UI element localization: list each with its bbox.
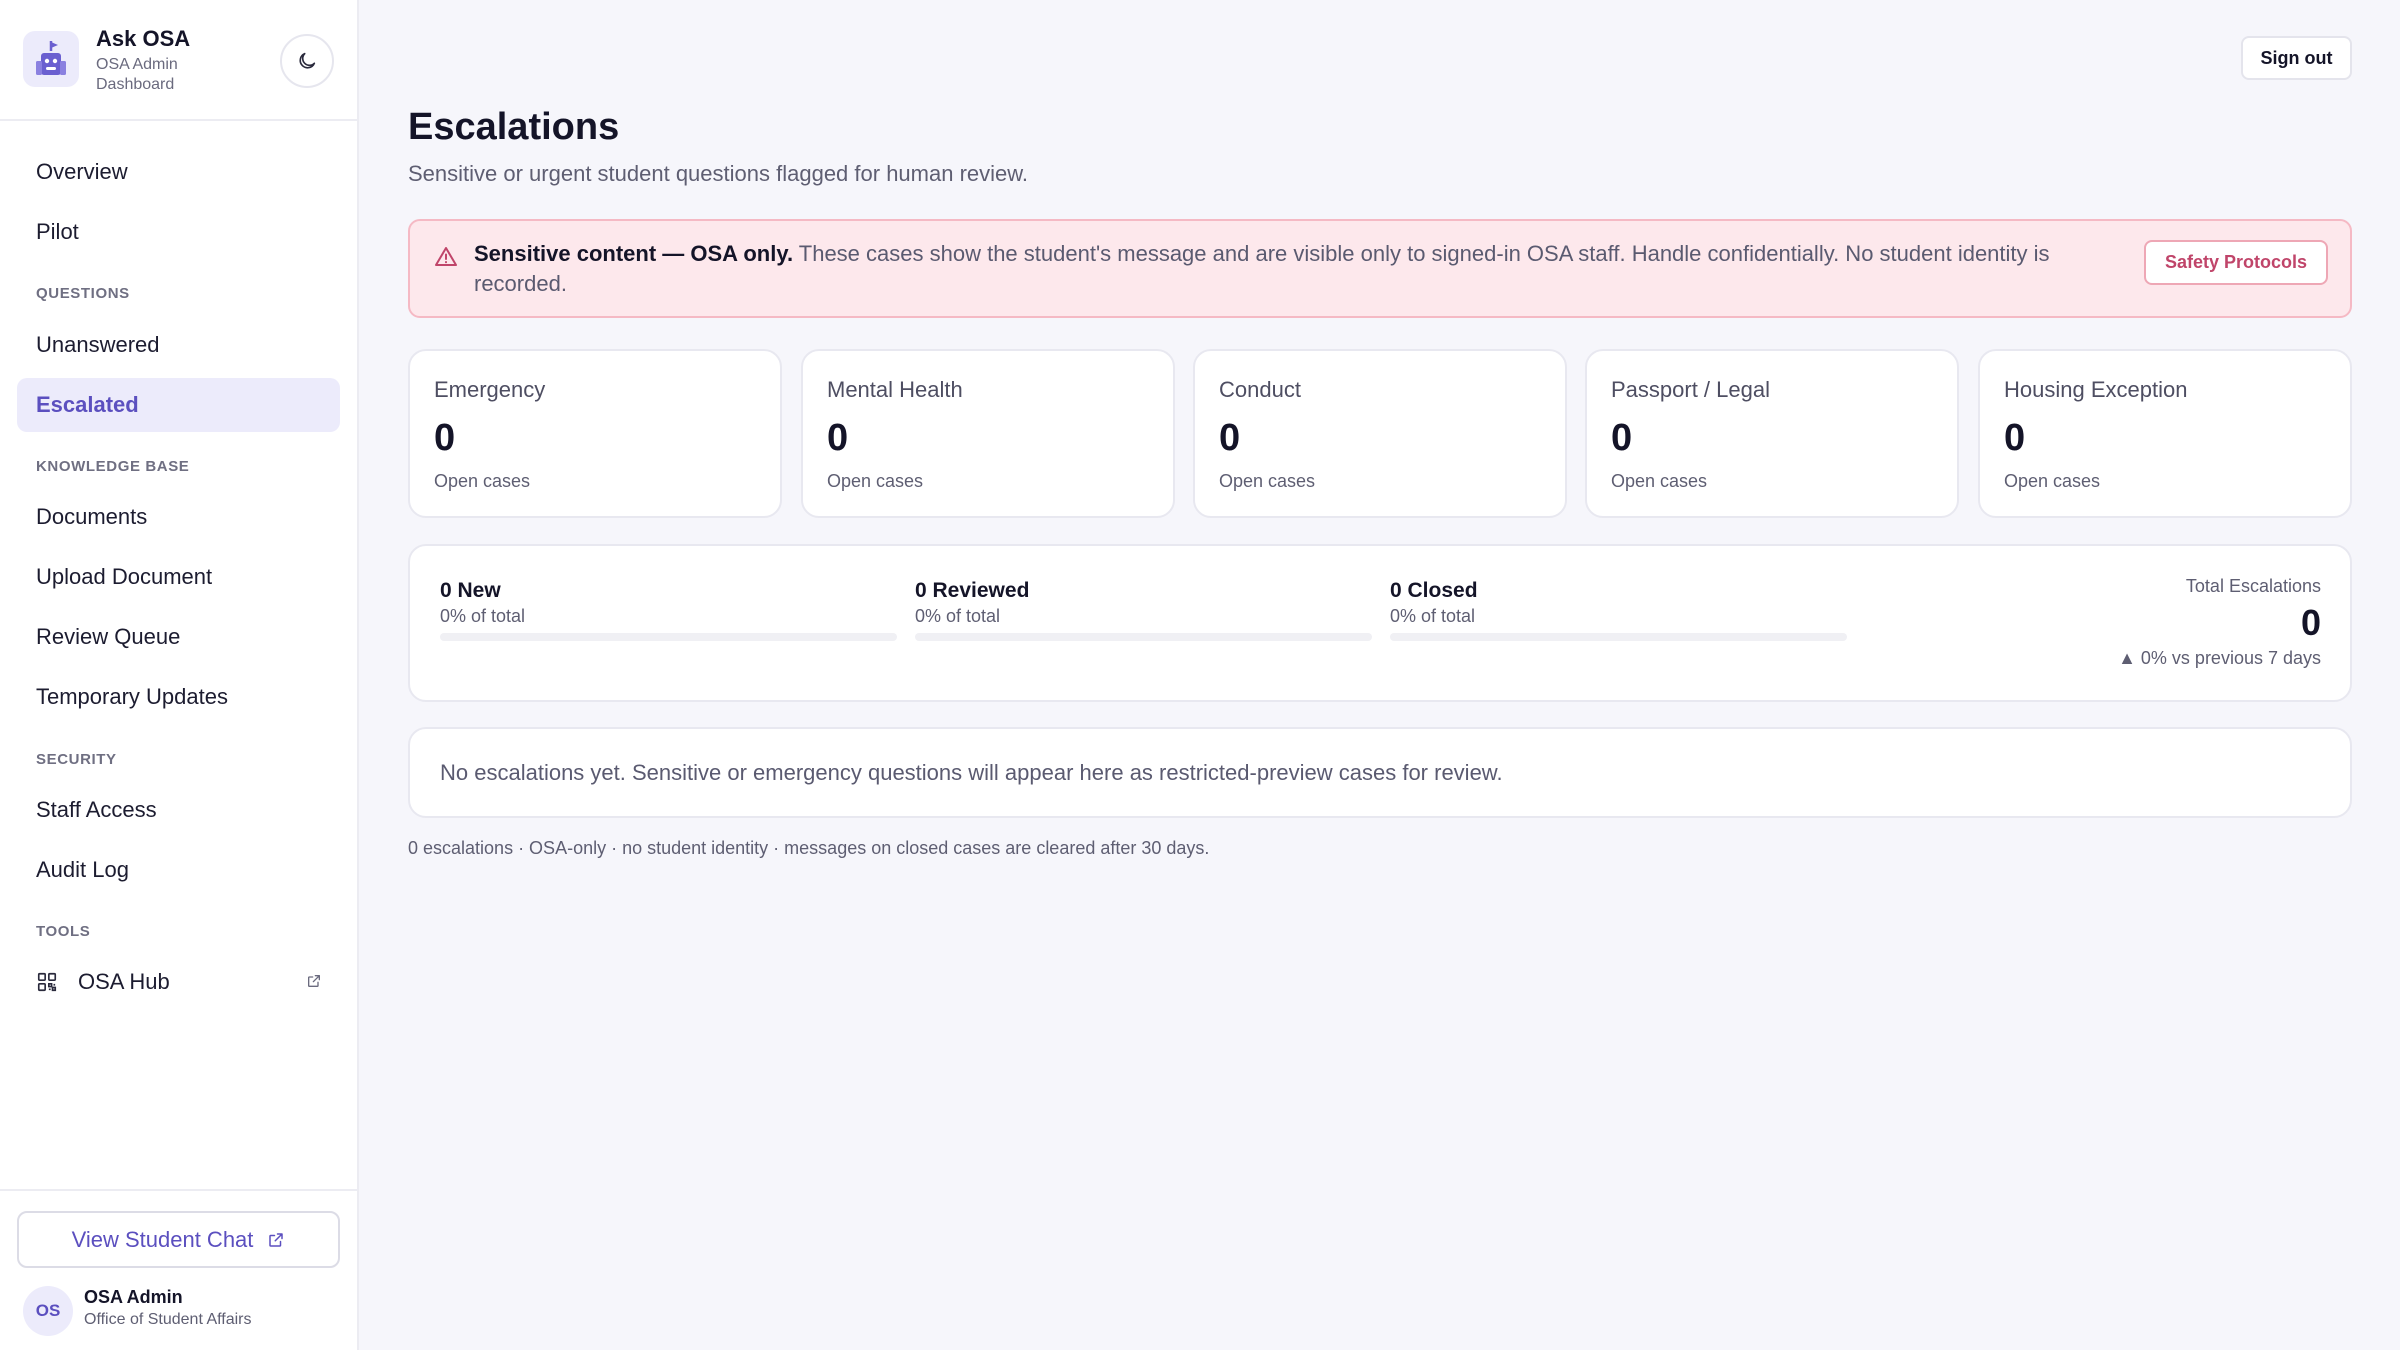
stat-new: 0 New 0% of total bbox=[440, 579, 897, 641]
stat-percentage: 0% of total bbox=[440, 606, 526, 626]
category-label: Conduct bbox=[1219, 377, 1301, 402]
category-label: Housing Exception bbox=[2004, 377, 2188, 402]
footnote: 0 escalations · OSA-only · no student id… bbox=[408, 838, 1210, 858]
sidebar-item-temporary-updates[interactable]: Temporary Updates bbox=[17, 670, 340, 724]
stat-progress-bar bbox=[1390, 633, 1847, 641]
total-escalations-value: 0 bbox=[2300, 602, 2321, 643]
stat-percentage: 0% of total bbox=[1390, 606, 1476, 626]
section-title-tools: TOOLS bbox=[36, 923, 91, 940]
view-student-chat-label: View Student Chat bbox=[71, 1226, 254, 1252]
sign-out-button[interactable]: Sign out bbox=[2241, 36, 2352, 80]
section-title-questions: QUESTIONS bbox=[36, 285, 130, 302]
sidebar-item-overview[interactable]: Overview bbox=[17, 145, 340, 199]
category-caption: Open cases bbox=[1611, 471, 1708, 491]
category-count: 0 bbox=[827, 417, 849, 459]
total-escalations-label: Total Escalations bbox=[2185, 576, 2321, 596]
sidebar-item-staff-access[interactable]: Staff Access bbox=[17, 783, 340, 837]
category-label: Mental Health bbox=[827, 377, 963, 402]
category-count: 0 bbox=[434, 417, 456, 459]
sidebar-item-unanswered[interactable]: Unanswered bbox=[17, 318, 340, 372]
category-card-housing-exception[interactable]: Housing Exception 0 Open cases bbox=[1978, 349, 2352, 518]
category-count: 0 bbox=[1611, 417, 1633, 459]
stat-label: 0 Reviewed bbox=[915, 579, 1030, 602]
category-label: Emergency bbox=[434, 377, 546, 402]
sidebar: Ask OSA OSA Admin Dashboard Overview Pil… bbox=[0, 0, 359, 1350]
theme-toggle-button[interactable] bbox=[280, 34, 334, 88]
sensitive-content-alert: Sensitive content — OSA only. These case… bbox=[408, 219, 2352, 318]
brand-title: Ask OSA bbox=[96, 26, 191, 51]
robot-building-icon bbox=[23, 31, 79, 87]
alert-message: Sensitive content — OSA only. These case… bbox=[474, 239, 2074, 299]
empty-state-card: No escalations yet. Sensitive or emergen… bbox=[408, 727, 2352, 818]
status-summary-card: 0 New 0% of total 0 Reviewed 0% of total… bbox=[408, 544, 2352, 702]
sidebar-item-audit-log[interactable]: Audit Log bbox=[17, 843, 340, 897]
sidebar-item-review-queue[interactable]: Review Queue bbox=[17, 610, 340, 664]
stat-label: 0 Closed bbox=[1390, 579, 1478, 602]
sidebar-item-pilot[interactable]: Pilot bbox=[17, 205, 340, 259]
category-caption: Open cases bbox=[1219, 471, 1316, 491]
user-name: OSA Admin bbox=[84, 1287, 183, 1307]
brand-subtitle: OSA Admin Dashboard bbox=[96, 56, 178, 93]
user-org: Office of Student Affairs bbox=[84, 1311, 252, 1328]
sidebar-item-upload-document[interactable]: Upload Document bbox=[17, 550, 340, 604]
moon-icon bbox=[296, 50, 318, 72]
category-card-passport-legal[interactable]: Passport / Legal 0 Open cases bbox=[1585, 349, 1959, 518]
alert-bold-text: Sensitive content — OSA only. bbox=[474, 241, 794, 266]
brand-header: Ask OSA OSA Admin Dashboard bbox=[0, 0, 357, 121]
page-subtitle: Sensitive or urgent student questions fl… bbox=[408, 161, 1029, 186]
category-card-mental-health[interactable]: Mental Health 0 Open cases bbox=[801, 349, 1175, 518]
stat-closed: 0 Closed 0% of total bbox=[1390, 579, 1847, 641]
external-link-icon bbox=[267, 1231, 285, 1249]
category-count: 0 bbox=[2004, 417, 2026, 459]
category-label: Passport / Legal bbox=[1611, 377, 1770, 402]
category-caption: Open cases bbox=[2004, 471, 2101, 491]
safety-protocols-button[interactable]: Safety Protocols bbox=[2144, 240, 2328, 285]
sidebar-item-osa-hub[interactable]: OSA Hub bbox=[17, 955, 340, 1009]
section-title-security: SECURITY bbox=[36, 751, 117, 768]
total-escalations-trend: ▲ 0% vs previous 7 days bbox=[2118, 648, 2321, 668]
page-title: Escalations bbox=[408, 106, 620, 148]
stat-label: 0 New bbox=[440, 579, 501, 602]
stat-progress-bar bbox=[440, 633, 897, 641]
category-card-conduct[interactable]: Conduct 0 Open cases bbox=[1193, 349, 1567, 518]
category-caption: Open cases bbox=[434, 471, 531, 491]
stat-reviewed: 0 Reviewed 0% of total bbox=[915, 579, 1372, 641]
avatar[interactable]: OS bbox=[23, 1286, 73, 1336]
sidebar-footer: View Student Chat OS OSA Admin Office of… bbox=[0, 1189, 357, 1350]
empty-state-message: No escalations yet. Sensitive or emergen… bbox=[440, 760, 1503, 785]
view-student-chat-button[interactable]: View Student Chat bbox=[17, 1211, 340, 1268]
warning-triangle-icon bbox=[434, 245, 458, 269]
sidebar-item-escalated[interactable]: Escalated bbox=[17, 378, 340, 432]
stat-percentage: 0% of total bbox=[915, 606, 1001, 626]
category-count: 0 bbox=[1219, 417, 1241, 459]
sidebar-item-label: OSA Hub bbox=[78, 969, 170, 994]
category-card-emergency[interactable]: Emergency 0 Open cases bbox=[408, 349, 782, 518]
sidebar-item-documents[interactable]: Documents bbox=[17, 490, 340, 544]
stat-progress-bar bbox=[915, 633, 1372, 641]
category-caption: Open cases bbox=[827, 471, 924, 491]
section-title-knowledge-base: KNOWLEDGE BASE bbox=[36, 458, 190, 475]
qr-grid-icon bbox=[36, 971, 58, 993]
external-link-icon bbox=[306, 973, 322, 989]
